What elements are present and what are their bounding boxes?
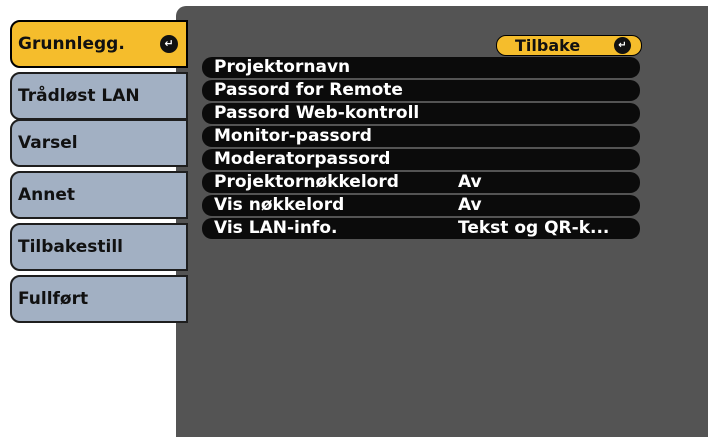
menu-item-projektornavn[interactable]: Projektornavn xyxy=(202,57,640,78)
menu-item-vis-nokkelord[interactable]: Vis nøkkelord Av xyxy=(202,195,640,216)
tab-label: Fullført xyxy=(18,289,89,309)
item-value: Tekst og QR-k... xyxy=(458,218,610,238)
back-button[interactable]: Tilbake ↵ xyxy=(496,35,642,56)
enter-icon: ↵ xyxy=(160,35,178,53)
tab-fullfort[interactable]: Fullført xyxy=(10,275,188,323)
tab-annet[interactable]: Annet xyxy=(10,171,188,219)
tab-label: Grunnlegg. xyxy=(18,34,125,54)
menu-item-passord-remote[interactable]: Passord for Remote xyxy=(202,80,640,101)
item-label: Projektornavn xyxy=(214,57,351,77)
menu-item-projektornokkelord[interactable]: Projektornøkkelord Av xyxy=(202,172,640,193)
tab-tilbakestill[interactable]: Tilbakestill xyxy=(10,223,188,271)
menu-item-vis-lan-info[interactable]: Vis LAN-info. Tekst og QR-k... xyxy=(202,218,640,239)
item-label: Passord Web-kontroll xyxy=(214,103,420,123)
tab-label: Trådløst LAN xyxy=(18,86,140,106)
item-value: Av xyxy=(458,195,482,215)
item-label: Moderatorpassord xyxy=(214,149,391,169)
tab-label: Annet xyxy=(18,185,76,205)
item-value: Av xyxy=(458,172,482,192)
menu-item-passord-web[interactable]: Passord Web-kontroll xyxy=(202,103,640,124)
menu-item-monitor-passord[interactable]: Monitor-passord xyxy=(202,126,640,147)
tab-varsel[interactable]: Varsel xyxy=(10,119,188,167)
tab-label: Tilbakestill xyxy=(18,237,123,257)
tab-grunnlegg[interactable]: Grunnlegg. ↵ xyxy=(10,20,188,68)
item-label: Projektornøkkelord xyxy=(214,172,399,192)
menu-item-moderatorpassord[interactable]: Moderatorpassord xyxy=(202,149,640,170)
back-label: Tilbake xyxy=(515,36,581,55)
enter-icon: ↵ xyxy=(614,37,631,54)
item-label: Vis nøkkelord xyxy=(214,195,345,215)
item-label: Passord for Remote xyxy=(214,80,403,100)
tab-tradlost-lan[interactable]: Trådløst LAN xyxy=(10,72,188,120)
tab-label: Varsel xyxy=(18,133,78,153)
item-label: Monitor-passord xyxy=(214,126,372,146)
item-label: Vis LAN-info. xyxy=(214,218,338,238)
